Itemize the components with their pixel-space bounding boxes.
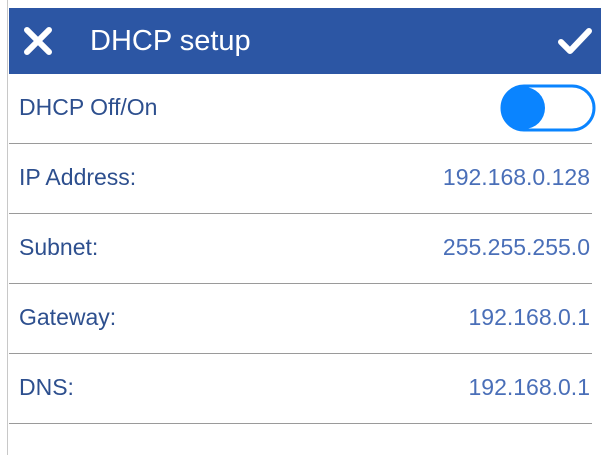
close-button[interactable]: [21, 24, 55, 58]
dns-label: DNS:: [19, 374, 74, 400]
ip-address-label: IP Address:: [19, 164, 137, 190]
subnet-value[interactable]: 255.255.255.0: [443, 232, 590, 262]
gateway-row[interactable]: Gateway: 192.168.0.1: [9, 284, 592, 354]
ip-address-value[interactable]: 192.168.0.128: [443, 162, 590, 192]
toggle-switch-icon: [500, 84, 596, 132]
gateway-label: Gateway:: [19, 304, 117, 330]
page-title: DHCP setup: [90, 25, 251, 57]
checkmark-icon: [558, 28, 592, 54]
left-border: [0, 0, 8, 455]
dns-value[interactable]: 192.168.0.1: [468, 372, 590, 402]
close-icon: [24, 27, 52, 55]
dhcp-setup-screen: DHCP setup DHCP Off/On IP Address: 192.1…: [0, 0, 601, 455]
dhcp-toggle-row: DHCP Off/On: [9, 74, 596, 144]
dhcp-toggle-switch[interactable]: [500, 84, 596, 132]
dhcp-toggle-label: DHCP Off/On: [19, 94, 158, 120]
gateway-value[interactable]: 192.168.0.1: [468, 302, 590, 332]
dhcp-setup-panel: DHCP setup DHCP Off/On IP Address: 192.1…: [9, 8, 601, 455]
dns-row[interactable]: DNS: 192.168.0.1: [9, 354, 592, 424]
title-bar: DHCP setup: [9, 8, 601, 74]
ip-address-row[interactable]: IP Address: 192.168.0.128: [9, 144, 592, 214]
subnet-label: Subnet:: [19, 234, 99, 260]
confirm-button[interactable]: [557, 24, 593, 58]
subnet-row[interactable]: Subnet: 255.255.255.0: [9, 214, 592, 284]
